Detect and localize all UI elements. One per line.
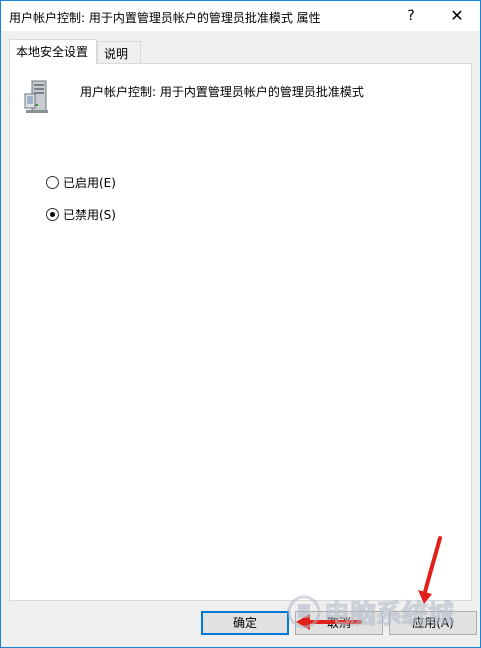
close-button[interactable]: ✕ <box>434 1 480 31</box>
window-title: 用户帐户控制: 用于内置管理员帐户的管理员批准模式 属性 <box>9 11 321 25</box>
radio-enabled-indicator[interactable] <box>46 175 59 189</box>
apply-button[interactable]: 应用(A) <box>389 611 477 635</box>
server-computer-icon <box>24 80 48 113</box>
tab-panel: 用户帐户控制: 用于内置管理员帐户的管理员批准模式 已启用(E) 已禁用(S) <box>9 63 472 601</box>
cancel-button[interactable]: 取消 <box>295 611 383 635</box>
radio-disabled-label: 已禁用(S) <box>63 207 116 222</box>
radio-enabled[interactable]: 已启用(E) <box>46 174 116 190</box>
radio-disabled[interactable]: 已禁用(S) <box>46 206 116 222</box>
help-button[interactable]: ? <box>388 1 434 31</box>
properties-dialog: 用户帐户控制: 用于内置管理员帐户的管理员批准模式 属性 ? ✕ 本地安全设置 … <box>0 0 481 648</box>
title-bar[interactable]: 用户帐户控制: 用于内置管理员帐户的管理员批准模式 属性 ? ✕ <box>1 1 480 31</box>
radio-disabled-indicator[interactable] <box>46 207 59 221</box>
ok-button[interactable]: 确定 <box>201 611 289 635</box>
policy-title: 用户帐户控制: 用于内置管理员帐户的管理员批准模式 <box>80 85 364 99</box>
tab-explain[interactable]: 说明 <box>97 41 141 63</box>
tab-local-security-setting[interactable]: 本地安全设置 <box>9 39 97 64</box>
radio-enabled-label: 已启用(E) <box>63 175 116 190</box>
